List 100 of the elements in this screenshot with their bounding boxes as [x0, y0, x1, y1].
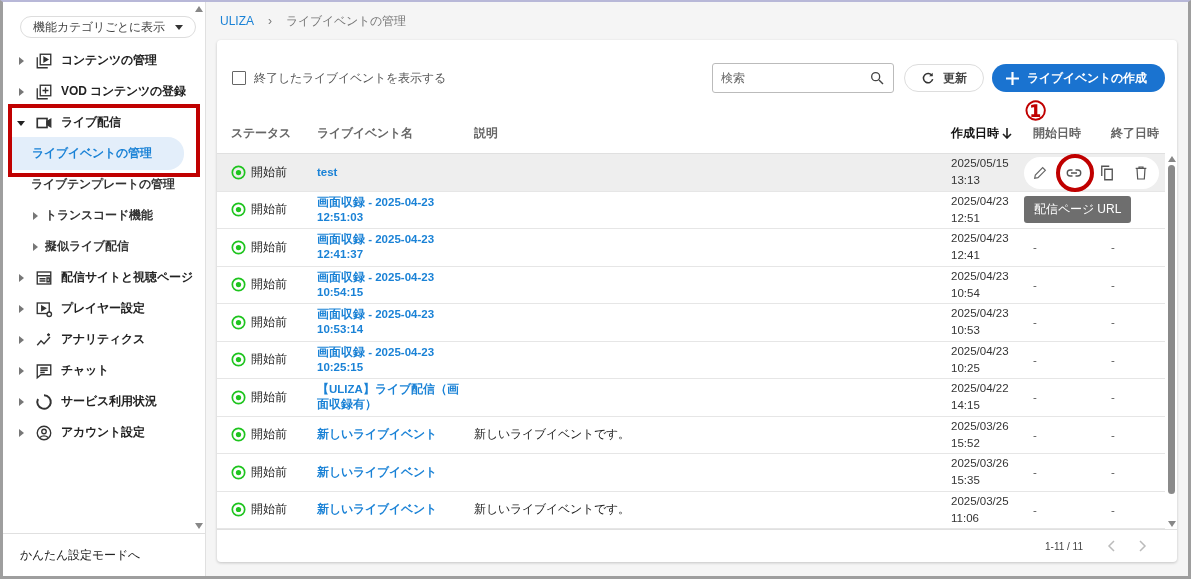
- status-text: 開始前: [251, 502, 287, 518]
- breadcrumb-current: ライブイベントの管理: [286, 12, 406, 30]
- scroll-down-icon[interactable]: [195, 523, 203, 529]
- end-date: -: [1111, 278, 1115, 291]
- player-gear-icon: [35, 299, 53, 318]
- caret-icon: [175, 24, 183, 30]
- event-name-link[interactable]: 画面収録 - 2025-04-23 12:41:37: [317, 232, 462, 263]
- status-text: 開始前: [251, 239, 287, 255]
- annotation-ring: [1056, 154, 1094, 192]
- event-name-link[interactable]: 画面収録 - 2025-04-23 10:54:15: [317, 269, 462, 300]
- status-icon: [231, 277, 246, 293]
- scrollbar-thumb[interactable]: [1168, 165, 1175, 494]
- event-name-link[interactable]: 新しいライブイベント: [317, 502, 462, 518]
- end-date: -: [1111, 316, 1115, 329]
- end-date: -: [1111, 391, 1115, 404]
- search-field[interactable]: 検索: [712, 63, 894, 93]
- simple-mode-link[interactable]: かんたん設定モードへ: [20, 546, 140, 564]
- event-name-link[interactable]: 画面収録 - 2025-04-23 12:51:03: [317, 194, 462, 225]
- start-date: -: [1033, 353, 1037, 366]
- chat-icon: [35, 361, 53, 380]
- breadcrumb-link[interactable]: ULIZA: [220, 14, 254, 28]
- status-icon: [231, 502, 246, 518]
- event-name-link[interactable]: 新しいライブイベント: [317, 427, 462, 443]
- event-name-link[interactable]: test: [317, 164, 462, 180]
- start-date: -: [1033, 278, 1037, 291]
- status-icon: [231, 427, 246, 443]
- description-text: 新しいライブイベントです。: [474, 503, 630, 516]
- created-date: 2025/03/26 15:52: [951, 418, 1009, 451]
- end-date: -: [1111, 241, 1115, 254]
- status-icon: [231, 464, 246, 480]
- breadcrumb-separator: ›: [268, 14, 272, 28]
- plus-icon: [1006, 71, 1019, 85]
- start-date: -: [1033, 316, 1037, 329]
- sidebar-item[interactable]: 配信サイトと視聴ページ: [61, 269, 193, 286]
- sidebar-item[interactable]: サービス利用状況: [61, 393, 157, 410]
- checkbox-label: 終了したライブイベントを表示する: [254, 69, 446, 87]
- event-name-link[interactable]: 【ULIZA】ライブ配信（画面収録有）: [317, 382, 462, 413]
- status-icon: [231, 314, 246, 330]
- created-date: 2025/03/26 15:35: [951, 456, 1009, 489]
- play-stack-icon: [35, 51, 53, 70]
- column-header: 開始日時: [1033, 126, 1081, 140]
- description-text: 新しいライブイベントです。: [474, 428, 630, 441]
- status-text: 開始前: [251, 314, 287, 330]
- start-date: -: [1033, 391, 1037, 404]
- column-header: ステータス: [231, 125, 291, 142]
- status-icon: [231, 202, 246, 218]
- pagination-range: 1-11 / 11: [1045, 540, 1083, 552]
- start-date: -: [1033, 466, 1037, 479]
- created-date: 2025/04/23 12:41: [951, 231, 1009, 264]
- sidebar-item[interactable]: アナリティクス: [61, 331, 145, 348]
- sidebar-item[interactable]: アカウント設定: [61, 424, 145, 441]
- created-date: 2025/04/23 10:53: [951, 306, 1009, 339]
- start-date: -: [1033, 503, 1037, 516]
- end-date: -: [1111, 503, 1115, 516]
- sidebar-item[interactable]: VOD コンテンツの登録: [61, 83, 187, 100]
- status-text: 開始前: [251, 389, 287, 405]
- end-date: -: [1111, 466, 1115, 479]
- scroll-up-icon[interactable]: [1167, 156, 1176, 162]
- created-date: 2025/03/25 11:06: [951, 493, 1009, 526]
- annotation-marker: ①: [1024, 97, 1047, 125]
- end-date: -: [1111, 353, 1115, 366]
- status-text: 開始前: [251, 277, 287, 293]
- category-view-button[interactable]: 機能カテゴリごとに表示: [20, 16, 196, 38]
- column-header: ライブイベント名: [317, 126, 413, 140]
- plus-stack-icon: [35, 82, 53, 101]
- sidebar-item[interactable]: ライブイベントの管理: [10, 137, 184, 170]
- scroll-up-icon[interactable]: [195, 6, 203, 12]
- created-date: 2025/04/23 10:25: [951, 343, 1009, 376]
- created-date: 2025/04/22 14:15: [951, 381, 1009, 414]
- refresh-button[interactable]: 更新: [904, 64, 984, 92]
- status-text: 開始前: [251, 202, 287, 218]
- status-icon: [231, 352, 246, 368]
- event-name-link[interactable]: 新しいライブイベント: [317, 464, 462, 480]
- sidebar-item[interactable]: コンテンツの管理: [61, 52, 157, 69]
- window-layout-icon: [35, 268, 53, 287]
- checkbox[interactable]: [232, 71, 246, 85]
- event-name-link[interactable]: 画面収録 - 2025-04-23 10:53:14: [317, 307, 462, 338]
- created-date: 2025/04/23 12:51: [951, 193, 1009, 226]
- end-date: -: [1111, 428, 1115, 441]
- created-date: 2025/05/15 13:13: [951, 156, 1009, 189]
- sidebar-item[interactable]: ライブテンプレートの管理: [31, 176, 175, 193]
- sidebar-item[interactable]: ライブ配信: [61, 114, 121, 131]
- sidebar-item[interactable]: プレイヤー設定: [61, 300, 145, 317]
- status-icon: [231, 239, 246, 255]
- status-icon: [231, 164, 246, 180]
- status-text: 開始前: [251, 164, 287, 180]
- account-icon: [35, 423, 53, 442]
- status-text: 開始前: [251, 427, 287, 443]
- caret-icon[interactable]: [17, 118, 25, 127]
- sidebar-item[interactable]: 擬似ライブ配信: [45, 238, 129, 255]
- search-icon: [869, 70, 885, 86]
- scroll-down-icon[interactable]: [1167, 521, 1176, 527]
- event-name-link[interactable]: 画面収録 - 2025-04-23 10:25:15: [317, 344, 462, 375]
- column-header[interactable]: 作成日時: [951, 125, 999, 142]
- status-text: 開始前: [251, 352, 287, 368]
- start-date: -: [1033, 428, 1037, 441]
- create-event-button[interactable]: ライブイベントの作成: [992, 64, 1165, 92]
- sidebar-item[interactable]: トランスコード機能: [45, 207, 153, 224]
- sidebar-item[interactable]: チャット: [61, 362, 109, 379]
- created-date: 2025/04/23 10:54: [951, 268, 1009, 301]
